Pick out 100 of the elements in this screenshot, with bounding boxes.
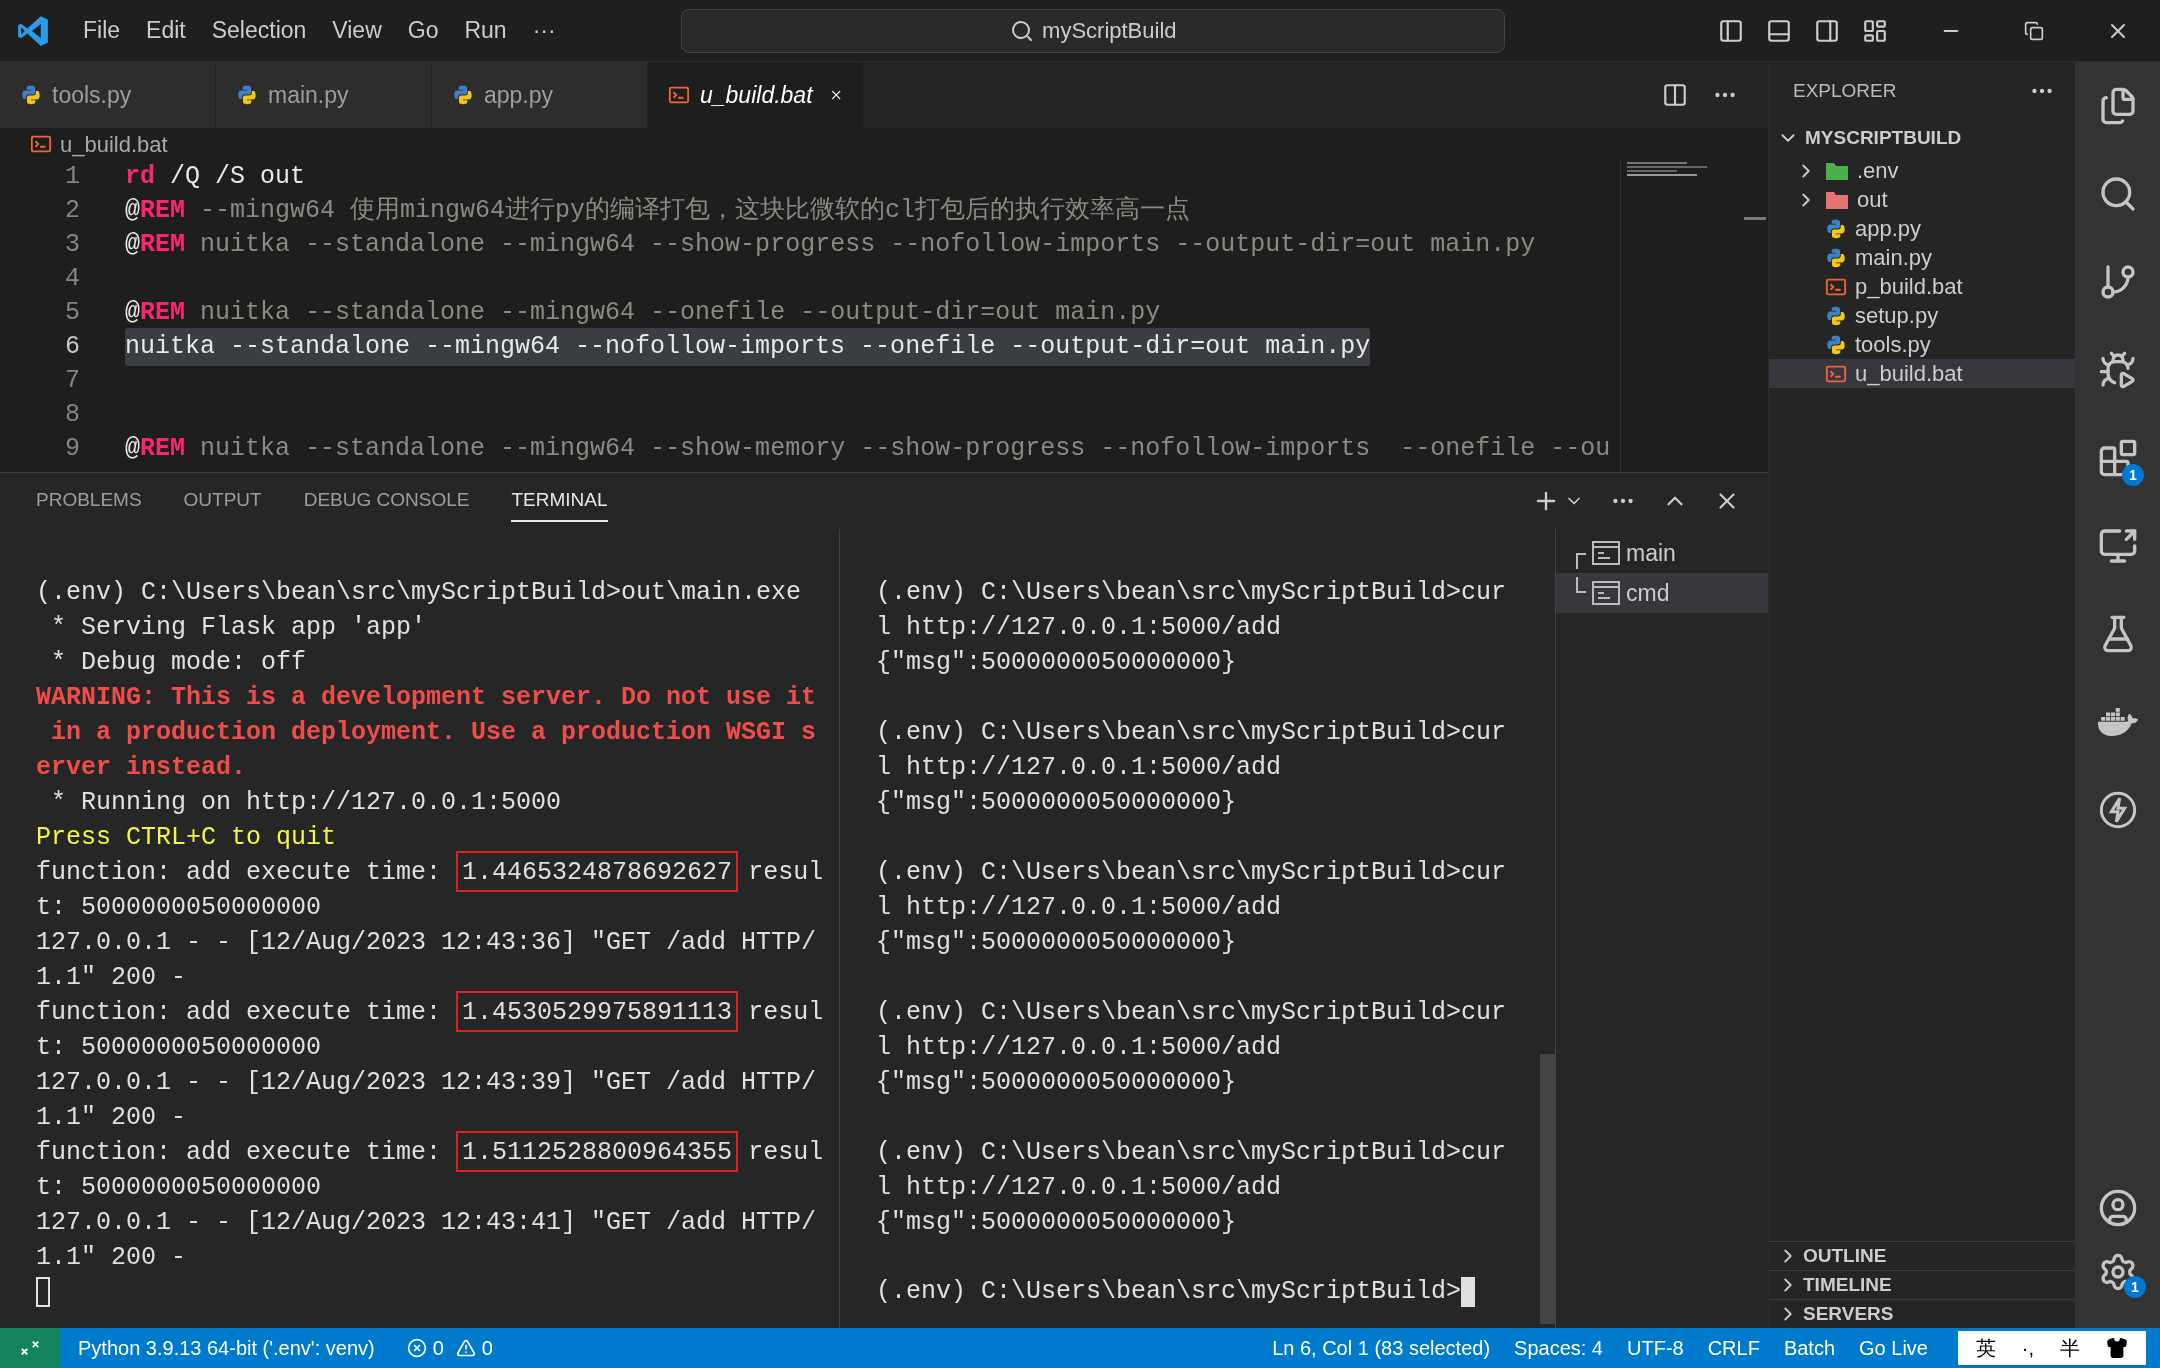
tree-connector-icon	[1576, 577, 1586, 593]
terminal-text: resul	[748, 997, 824, 1029]
error-icon	[406, 1338, 427, 1358]
status-item[interactable]: Ln 6, Col 1 (83 selected)	[1260, 1333, 1503, 1363]
code-line: @REM nuitka --standalone --mingw64 --onefile --output-dir=out main.py	[125, 297, 1161, 330]
menu-item[interactable]: View	[319, 13, 395, 48]
line-number: 9	[64, 433, 80, 466]
python-icon	[1825, 333, 1847, 356]
terminal-line: 127.0.0.1 - - [12/Aug/2023 12:43:41] "GET /add HTTP/	[36, 1207, 818, 1239]
terminal-line: (.env) C:\Users\bean\src\myScriptBuild>	[876, 1275, 1462, 1308]
restore-icon[interactable]	[2024, 20, 2044, 41]
menu-item[interactable]: Selection	[198, 13, 320, 48]
remote-indicator[interactable]	[0, 1328, 60, 1368]
terminal-line: (.env) C:\Users\bean\src\myScriptBuild>cur	[876, 717, 1508, 749]
notification-badge: 1	[2124, 1276, 2146, 1298]
terminal-line: 127.0.0.1 - - [12/Aug/2023 12:43:39] "GET /add HTTP/	[36, 1067, 818, 1099]
editor-tab[interactable]: u_build.bat	[648, 62, 864, 128]
line-number: 2	[64, 195, 80, 228]
extensions-icon[interactable]	[2097, 438, 2138, 478]
status-item[interactable]: Spaces: 4	[1502, 1333, 1615, 1363]
remote-explorer-icon[interactable]	[2097, 526, 2138, 566]
status-item[interactable]: Batch	[1771, 1333, 1848, 1363]
tree-item[interactable]: out	[1769, 185, 2075, 214]
lightning-icon[interactable]	[2097, 790, 2138, 830]
layout-icon[interactable]	[1862, 17, 1888, 44]
python-icon	[452, 84, 474, 106]
terminal-line: l http://127.0.0.1:5000/add	[876, 1032, 1283, 1064]
menu-item[interactable]: Run	[451, 13, 520, 48]
tree-item[interactable]: p_build.bat	[1769, 272, 2075, 301]
tree-item[interactable]: setup.py	[1769, 301, 2075, 330]
timing-label: function: add execute time:	[36, 1137, 443, 1169]
terminal-line: {"msg":5000000050000000}	[876, 927, 1238, 959]
terminal-line: 1.1" 200 -	[36, 962, 188, 994]
sidebar-title: EXPLORER	[1793, 78, 1897, 103]
panel-tab[interactable]: OUTPUT	[183, 479, 262, 523]
editor-tab[interactable]: main.py	[216, 62, 432, 128]
toggle-panel-icon[interactable]	[1766, 17, 1792, 44]
shirt-icon[interactable]	[2106, 1337, 2128, 1359]
sidebar-section[interactable]: OUTLINE	[1769, 1241, 2075, 1270]
problems-status[interactable]: 0 0	[406, 1333, 493, 1363]
split-editor-icon[interactable]	[1662, 82, 1688, 108]
menu-item[interactable]: File	[70, 13, 134, 48]
tree-item[interactable]: .env	[1769, 156, 2075, 185]
warning-line: WARNING: This is a development server. Do not use it	[36, 682, 818, 714]
command-center[interactable]: myScriptBuild	[681, 8, 1506, 53]
terminal-line: {"msg":5000000050000000}	[876, 1207, 1238, 1239]
terminal-line: 127.0.0.1 - - [12/Aug/2023 12:43:36] "GET /add HTTP/	[36, 927, 818, 959]
terminal-line: {"msg":5000000050000000}	[876, 647, 1238, 679]
panel-tab[interactable]: DEBUG CONSOLE	[303, 479, 470, 523]
terminal-line: (.env) C:\Users\bean\src\myScriptBuild>out\main.exe	[36, 577, 803, 609]
tree-connector-icon	[1576, 553, 1586, 569]
line-number: 3	[64, 229, 80, 262]
ime-button[interactable]: 英	[1975, 1333, 1996, 1363]
tree-item[interactable]: tools.py	[1769, 330, 2075, 359]
terminal-list-item[interactable]: main	[1556, 533, 1768, 573]
terminal-text: resul	[748, 1137, 824, 1169]
tree-item[interactable]: main.py	[1769, 243, 2075, 272]
terminal-line: l http://127.0.0.1:5000/add	[876, 892, 1283, 924]
editor-tab[interactable]: tools.py	[0, 62, 216, 128]
sidebar-section[interactable]: TIMELINE	[1769, 1270, 2075, 1299]
terminal-line: 1.1" 200 -	[36, 1242, 188, 1274]
terminal-line: l http://127.0.0.1:5000/add	[876, 1172, 1283, 1204]
menu-item[interactable]: Edit	[133, 13, 199, 48]
python-icon	[236, 84, 258, 106]
menu-item[interactable]: Go	[394, 13, 452, 48]
warning-line: erver instead.	[36, 752, 248, 784]
terminal-line: Press CTRL+C to quit	[36, 822, 338, 854]
editor-tab[interactable]: app.py	[432, 62, 648, 128]
code-line: rd /Q /S out	[125, 161, 306, 194]
status-item[interactable]: CRLF	[1695, 1333, 1772, 1363]
panel-tab[interactable]: TERMINAL	[511, 479, 608, 523]
terminal-cursor	[36, 1276, 50, 1307]
warning-icon	[455, 1338, 476, 1358]
toggle-secondary-sidebar-icon[interactable]	[1814, 17, 1840, 44]
terminal-list-item[interactable]: cmd	[1556, 573, 1768, 613]
status-item[interactable]: Python 3.9.13 64-bit ('.env': venv)	[76, 1333, 377, 1363]
breadcrumb-item[interactable]: u_build.bat	[60, 127, 168, 161]
status-item[interactable]: Go Live	[1847, 1333, 1940, 1363]
terminal-line: * Serving Flask app 'app'	[50, 612, 428, 644]
python-icon	[1825, 246, 1847, 269]
tree-item[interactable]: app.py	[1769, 214, 2075, 243]
status-item[interactable]: UTF-8	[1615, 1333, 1696, 1363]
panel-tab[interactable]: PROBLEMS	[36, 479, 142, 523]
search-icon	[1010, 18, 1035, 43]
terminal-window-icon	[1592, 541, 1620, 565]
highlighted-time: 1.5112528800964355	[456, 1131, 739, 1172]
menu-item[interactable]: ···	[519, 13, 569, 48]
python-icon	[1825, 217, 1847, 240]
run-debug-icon[interactable]	[2097, 350, 2138, 390]
terminal-text: resul	[748, 857, 824, 889]
ime-button[interactable]: ·,	[2021, 1333, 2034, 1363]
terminal-line: t: 5000000050000000	[36, 892, 323, 924]
terminal-file-icon	[668, 84, 690, 106]
app-logo-icon	[16, 13, 50, 48]
tree-item[interactable]: u_build.bat	[1769, 359, 2075, 388]
toggle-sidebar-icon[interactable]	[1718, 17, 1744, 44]
terminal-cursor	[1461, 1276, 1476, 1307]
ime-button[interactable]: 半	[2060, 1333, 2080, 1363]
folder-header[interactable]: MYSCRIPTBUILD	[1769, 120, 2075, 156]
account-icon[interactable]	[2097, 1188, 2138, 1228]
